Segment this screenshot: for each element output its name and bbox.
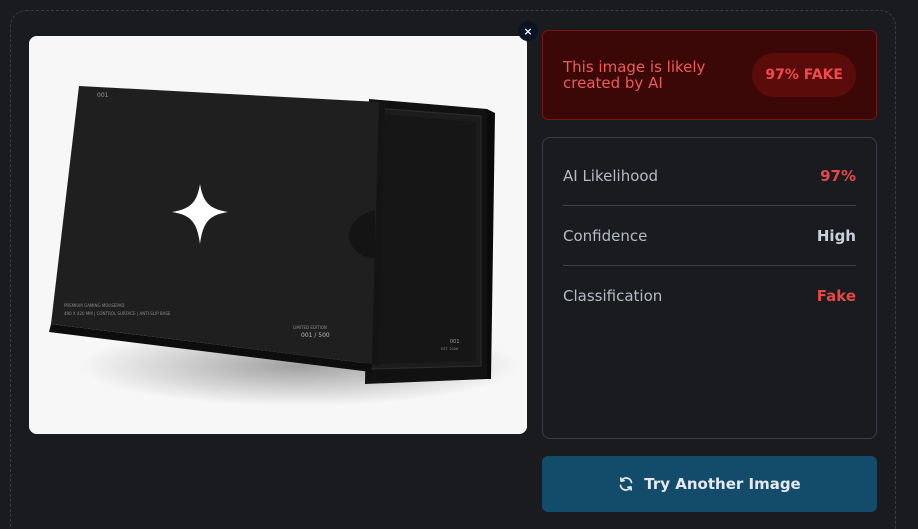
close-icon[interactable]: × <box>518 21 538 41</box>
stats-panel: AI Likelihood 97% Confidence High Classi… <box>542 137 877 439</box>
fake-badge: 97% FAKE <box>752 53 856 97</box>
box-edition-number: 001 / 500 <box>301 332 330 339</box>
pad-est: EST. 2026 <box>441 347 458 351</box>
box-line-2: 490 X 420 MM | CONTROL SURFACE | ANTI-SL… <box>64 311 171 316</box>
verdict-banner: This image is likely created by AI 97% F… <box>542 30 877 120</box>
refresh-icon <box>619 477 633 491</box>
stat-row-classification: Classification Fake <box>563 266 856 326</box>
box-line-1: PREMIUM GAMING MOUSEPAD <box>64 303 124 308</box>
stat-row-ai-likelihood: AI Likelihood 97% <box>563 146 856 206</box>
stat-row-confidence: Confidence High <box>563 206 856 266</box>
stat-label: Classification <box>563 287 663 305</box>
product-box-image: 001 PREMIUM GAMING MOUSEPAD 490 X 420 MM… <box>29 36 527 434</box>
stat-value: High <box>816 226 856 245</box>
box-corner-code: 001 <box>97 92 109 99</box>
try-another-image-button[interactable]: Try Another Image <box>542 456 877 512</box>
try-another-image-label: Try Another Image <box>644 475 801 493</box>
stat-label: AI Likelihood <box>563 166 659 185</box>
stat-label: Confidence <box>563 226 648 245</box>
stat-value: 97% <box>820 166 856 185</box>
pad-code: 001 <box>450 339 460 345</box>
image-preview: 001 PREMIUM GAMING MOUSEPAD 490 X 420 MM… <box>29 36 527 434</box>
stat-value: Fake <box>816 287 856 305</box>
verdict-message: This image is likely created by AI <box>563 58 706 92</box>
box-edition-label: LIMITED EDITION <box>293 325 327 330</box>
